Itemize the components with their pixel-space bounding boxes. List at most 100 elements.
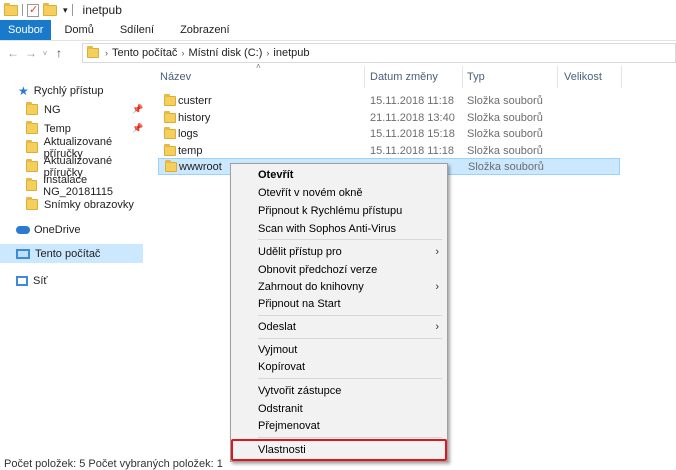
tab-view[interactable]: Zobrazení [167,20,243,40]
file-type: Složka souborů [468,160,544,173]
divider [22,4,23,16]
menu-divider [258,315,442,316]
sidebar-item-network[interactable]: Síť [16,271,48,290]
sidebar-item-label: Snímky obrazovky [44,198,134,211]
file-date: 15.11.2018 11:18 [370,94,455,107]
menu-divider [258,239,442,240]
new-folder-icon[interactable] [43,2,57,16]
network-icon [16,275,28,286]
menu-divider [258,338,442,339]
menu-item-label: Udělit přístup pro [258,245,342,258]
sidebar-item-onedrive[interactable]: OneDrive [16,220,80,239]
menu-divider [258,378,442,379]
column-header-name[interactable]: Název [160,66,364,88]
file-name: logs [178,127,199,140]
menu-item-pin-start[interactable]: Připnout na Start [231,295,447,312]
file-type: Složka souborů [467,127,543,140]
menu-item-include-library[interactable]: Zahrnout do knihovny › [231,278,447,295]
folder-icon [164,93,176,106]
table-row[interactable]: custerr 15.11.2018 11:18 Složka souborů [158,92,620,109]
recent-chevron-icon[interactable]: ˅ [40,49,50,58]
file-name: temp [178,144,203,157]
window-title: inetpub [82,3,122,17]
navigation-bar: ← → ˅ ↑ › Tento počítač › Místní disk (C… [0,41,676,65]
column-divider[interactable] [557,66,558,88]
folder-icon [26,102,38,115]
file-date: 21.11.2018 13:40 [370,111,455,124]
properties-quick-icon[interactable] [27,3,39,17]
sidebar-item-label: Tento počítač [35,247,101,260]
menu-item-copy[interactable]: Kopírovat [231,358,447,375]
tab-share[interactable]: Sdílení [107,20,167,40]
navigation-pane: ★ Rychlý přístup NG 📌 Temp 📌 Aktualizova… [0,78,150,466]
menu-item-label: Zahrnout do knihovny [258,280,364,293]
breadcrumb-this-pc[interactable]: Tento počítač [112,47,177,59]
folder-icon [164,143,176,156]
sidebar-item-label: Temp [44,122,71,135]
highlight-box [231,439,447,461]
table-row[interactable]: history 21.11.2018 13:40 Složka souborů [158,109,620,126]
column-header-size[interactable]: Velikost [564,66,624,88]
table-row[interactable]: temp 15.11.2018 11:18 Složka souborů [158,142,620,159]
menu-item-open[interactable]: Otevřít [231,166,447,183]
column-divider[interactable] [621,66,622,88]
chevron-right-icon[interactable]: › [105,48,108,58]
menu-item-cut[interactable]: Vyjmout [231,341,447,358]
address-bar[interactable]: › Tento počítač › Místní disk (C:) › ine… [82,43,676,63]
back-arrow-icon[interactable]: ← [4,46,22,60]
tab-file[interactable]: Soubor [0,20,52,40]
column-header-date[interactable]: Datum změny [370,66,462,88]
folder-icon [4,2,18,16]
menu-item-open-new-window[interactable]: Otevřít v novém okně [231,184,447,201]
chevron-right-icon[interactable]: › [266,48,269,58]
cloud-icon [16,225,30,234]
sidebar-item-label: NG [44,103,61,116]
sidebar-item-this-pc[interactable]: Tento počítač [0,244,143,263]
sidebar-item-screenshots[interactable]: Snímky obrazovky [26,195,134,214]
menu-item-rename[interactable]: Přejmenovat [231,417,447,434]
sidebar-item-label: OneDrive [34,223,81,236]
menu-divider [258,437,442,438]
sidebar-item-ng[interactable]: NG 📌 [26,100,150,119]
sidebar-item-label: Instalace NG_20181115 [43,173,114,198]
up-arrow-icon[interactable]: ↑ [50,46,68,60]
breadcrumb-local-disk[interactable]: Místní disk (C:) [188,47,262,59]
folder-icon [87,46,99,58]
menu-item-delete[interactable]: Odstranit [231,400,447,417]
table-row[interactable]: logs 15.11.2018 15:18 Složka souborů [158,125,620,142]
dropdown-icon[interactable]: ▾ [63,5,68,16]
file-type: Složka souborů [467,144,543,157]
column-divider[interactable] [364,66,365,88]
star-icon: ★ [18,83,29,98]
ribbon-tabs: Soubor Domů Sdílení Zobrazení [0,20,676,41]
context-menu: Otevřít Otevřít v novém okně Připnout k … [230,163,448,462]
folder-icon [165,159,177,172]
pin-icon: 📌 [132,104,144,114]
menu-item-send-to[interactable]: Odeslat › [231,318,447,335]
folder-icon [164,110,176,123]
file-type: Složka souborů [467,111,543,124]
sidebar-item-install-ng[interactable]: Instalace NG_20181115 [26,173,150,198]
computer-icon [16,248,30,259]
breadcrumb-inetpub[interactable]: inetpub [273,47,309,59]
forward-arrow-icon[interactable]: → [22,46,40,60]
column-divider[interactable] [462,66,463,88]
file-date: 15.11.2018 15:18 [370,127,455,140]
file-name: history [178,111,211,124]
pin-icon: 📌 [132,123,144,133]
menu-item-grant-access[interactable]: Udělit přístup pro › [231,243,447,260]
folder-icon [26,121,38,134]
sidebar-item-quick-access[interactable]: ★ Rychlý přístup [18,81,103,100]
folder-icon [26,197,38,210]
tab-home[interactable]: Domů [51,20,106,40]
column-header-type[interactable]: Typ [467,66,557,88]
menu-item-scan-sophos[interactable]: Scan with Sophos Anti-Virus [231,220,447,237]
menu-item-restore-versions[interactable]: Obnovit předchozí verze [231,261,447,278]
menu-item-label: Odeslat [258,320,296,333]
file-type: Složka souborů [467,94,543,107]
chevron-right-icon: › [435,280,439,293]
file-name: custerr [178,94,212,107]
menu-item-create-shortcut[interactable]: Vytvořit zástupce [231,382,447,399]
menu-item-pin-quick-access[interactable]: Připnout k Rychlému přístupu [231,202,447,219]
chevron-right-icon[interactable]: › [181,48,184,58]
